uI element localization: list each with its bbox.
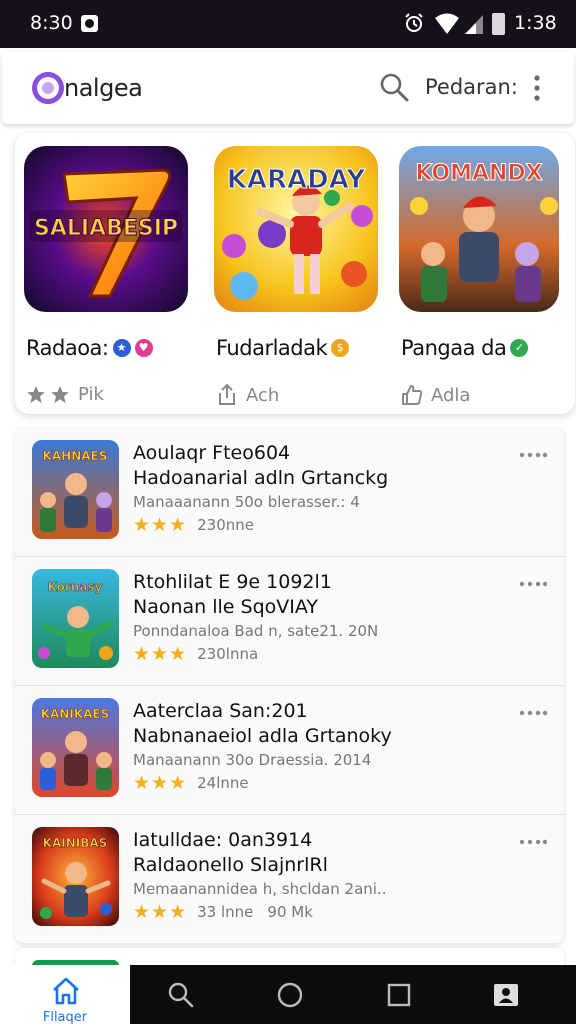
list-item-subtitle: Hadoanarial adln Grtanckg bbox=[133, 467, 389, 489]
featured-item[interactable]: SALIABESIP Radaoa: ★ ♥ Pik bbox=[24, 146, 194, 405]
list-item-title: Iatulldae: 0an3914 bbox=[133, 829, 313, 851]
rating: ★ ★ ★ 33 lnne 90 Mk bbox=[133, 901, 313, 923]
thumbnail-art-text: KAHNAES bbox=[43, 449, 108, 463]
thumbnail-art-text: KAINIBAS bbox=[43, 836, 108, 850]
badge-icon: ♥ bbox=[134, 339, 153, 357]
featured-meta-label: Adla bbox=[431, 384, 471, 406]
featured-art-text: SALIABESIP bbox=[34, 216, 178, 241]
rating-text: 24lnne bbox=[197, 774, 249, 792]
list-item[interactable]: KAINIBAS Iatulldae: 0an3914 Raldaonello … bbox=[15, 815, 564, 944]
more-vert-icon[interactable] bbox=[528, 72, 546, 104]
featured-meta-label: Ach bbox=[246, 384, 280, 406]
star-icon: ★ bbox=[169, 772, 187, 794]
download-size: 90 Mk bbox=[267, 903, 313, 921]
rating-text: 230lnna bbox=[197, 645, 259, 663]
featured-item[interactable]: KOMANDX Pangaa da ✓ Adla bbox=[399, 146, 569, 406]
more-horiz-icon[interactable] bbox=[519, 579, 547, 589]
list-item-desc: Memaanannidea h, shcldan 2ani.. bbox=[133, 880, 387, 898]
game-thumbnail[interactable]: KAINIBAS bbox=[32, 827, 119, 926]
list-item[interactable]: Kornasy Rtohlilat E 9e 1092l1 Naonan lle… bbox=[15, 557, 564, 686]
logo-icon[interactable] bbox=[32, 72, 64, 104]
rating: ★ ★ ★ 230lnna bbox=[133, 643, 258, 665]
circle-home-icon[interactable] bbox=[275, 980, 305, 1010]
more-horiz-icon[interactable] bbox=[519, 708, 547, 718]
list-item-desc: Manaaanann 50o blerasser.: 4 bbox=[133, 493, 360, 511]
badge-icon: ★ bbox=[112, 339, 131, 357]
star-icon: ★ bbox=[169, 643, 187, 665]
list-item-subtitle: Naonan lle SqoVIAY bbox=[133, 596, 319, 618]
star-icon: ★ bbox=[151, 901, 169, 923]
thumb-up-icon bbox=[402, 385, 423, 405]
list-item-title: Aaterclaa San:201 bbox=[133, 700, 308, 722]
featured-card: SALIABESIP Radaoa: ★ ♥ Pik KARADAY Fudar… bbox=[15, 133, 575, 414]
list-item-title: Rtohlilat E 9e 1092l1 bbox=[133, 571, 332, 593]
game-list: KAHNAES Aoulaqr Fteo604 Hadoanarial adln… bbox=[15, 428, 564, 943]
featured-game-art[interactable]: KOMANDX bbox=[399, 146, 559, 312]
list-item-title: Aoulaqr Fteo604 bbox=[133, 442, 291, 464]
list-item-subtitle: Raldaonello SlajnrlRl bbox=[133, 854, 328, 876]
star-icon: ★ bbox=[169, 901, 187, 923]
list-item-subtitle: Nabnanaeiol adla Grtanoky bbox=[133, 725, 392, 747]
featured-title: Radaoa: bbox=[26, 336, 109, 360]
battery-text: 1:38 bbox=[514, 12, 557, 34]
game-thumbnail[interactable]: KANIKAES bbox=[32, 698, 119, 797]
square-recents-icon[interactable] bbox=[384, 980, 414, 1010]
app-bar: nalgea Pedaran: bbox=[2, 52, 574, 124]
more-horiz-icon[interactable] bbox=[519, 450, 547, 460]
featured-meta-label: Pik bbox=[78, 384, 104, 405]
star-icon: ★ bbox=[151, 772, 169, 794]
account-icon[interactable] bbox=[491, 980, 521, 1010]
rating: ★ ★ ★ 24lnne bbox=[133, 772, 249, 794]
status-bar: 8:30 1:38 bbox=[0, 0, 576, 48]
app-title: nalgea bbox=[64, 74, 143, 102]
badge-icon: ✓ bbox=[510, 339, 529, 357]
star-icon: ★ bbox=[151, 643, 169, 665]
star-icon: ★ bbox=[133, 514, 151, 536]
list-item[interactable]: KANIKAES Aaterclaa San:201 Nabnanaeiol a… bbox=[15, 686, 564, 815]
featured-art-text: KARADAY bbox=[227, 165, 367, 195]
status-time: 8:30 bbox=[30, 12, 73, 34]
header-label[interactable]: Pedaran: bbox=[425, 75, 518, 99]
battery-icon bbox=[492, 13, 505, 35]
rating-text: 230nne bbox=[197, 516, 255, 534]
featured-art-text: KOMANDX bbox=[415, 161, 542, 186]
game-thumbnail[interactable]: KAHNAES bbox=[32, 440, 119, 539]
rating-text: 33 lnne bbox=[197, 903, 254, 921]
search-icon[interactable] bbox=[166, 980, 196, 1010]
nav-home-tab[interactable]: Fllaqer bbox=[0, 965, 130, 1024]
thumbnail-art-text: KANIKAES bbox=[41, 707, 110, 721]
bottom-navigation: Fllaqer bbox=[0, 965, 576, 1024]
search-icon[interactable] bbox=[379, 72, 409, 102]
wifi-icon bbox=[435, 13, 459, 34]
star-icon: ★ bbox=[133, 772, 151, 794]
game-thumbnail[interactable]: Kornasy bbox=[32, 569, 119, 668]
star-icon: ★ bbox=[133, 643, 151, 665]
rating: ★ ★ ★ 230nne bbox=[133, 514, 254, 536]
share-icon bbox=[219, 384, 235, 405]
more-horiz-icon[interactable] bbox=[519, 837, 547, 847]
list-item-desc: Manaanann 30o Draessia. 2014 bbox=[133, 751, 372, 769]
featured-item[interactable]: KARADAY Fudarladak $ Ach bbox=[214, 146, 384, 406]
home-icon bbox=[53, 977, 79, 1005]
star-rating-icon bbox=[27, 385, 69, 403]
thumbnail-art-text: Kornasy bbox=[48, 580, 103, 594]
list-item-desc: Ponndanaloa Bad n, sate21. 20N bbox=[133, 622, 379, 640]
featured-title: Fudarladak bbox=[216, 336, 328, 360]
nav-home-label: Fllaqer bbox=[42, 1010, 88, 1024]
star-icon: ★ bbox=[133, 901, 151, 923]
signal-icon bbox=[465, 15, 483, 34]
alarm-icon bbox=[405, 13, 423, 32]
featured-title: Pangaa da bbox=[401, 336, 507, 360]
featured-game-art[interactable]: SALIABESIP bbox=[24, 146, 188, 312]
notification-icon bbox=[81, 15, 98, 32]
star-icon: ★ bbox=[169, 514, 187, 536]
list-item[interactable]: KAHNAES Aoulaqr Fteo604 Hadoanarial adln… bbox=[15, 428, 564, 557]
star-icon: ★ bbox=[151, 514, 169, 536]
featured-game-art[interactable]: KARADAY bbox=[214, 146, 378, 312]
badge-icon: $ bbox=[331, 339, 350, 357]
